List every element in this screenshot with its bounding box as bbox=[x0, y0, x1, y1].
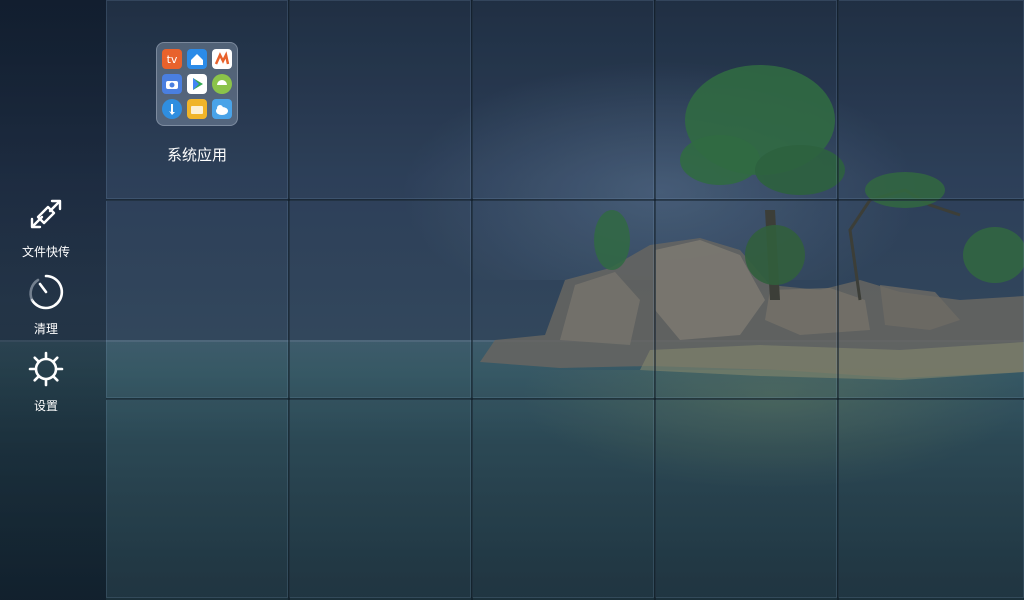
grid-cell[interactable] bbox=[472, 200, 654, 398]
grid-cell[interactable] bbox=[838, 0, 1024, 199]
grid-divider bbox=[106, 199, 1024, 201]
svg-text:tv: tv bbox=[167, 53, 178, 66]
grid-divider bbox=[837, 0, 839, 600]
gear-icon bbox=[28, 351, 64, 387]
folder-label: 系统应用 bbox=[166, 146, 227, 164]
tv-app-icon: tv bbox=[162, 49, 182, 69]
system-apps-folder[interactable]: tv 系统应用 bbox=[154, 42, 240, 172]
cloud-app-icon bbox=[212, 99, 232, 119]
grid-cell[interactable] bbox=[655, 399, 837, 598]
grid-cell[interactable] bbox=[106, 200, 288, 398]
play-store-icon bbox=[187, 74, 207, 94]
settings-label: 设置 bbox=[33, 399, 58, 413]
grid-cell[interactable] bbox=[289, 399, 471, 598]
folder-icon: tv bbox=[156, 42, 238, 126]
settings-button[interactable]: 设置 bbox=[14, 351, 78, 419]
file-transfer-label: 文件快传 bbox=[21, 245, 70, 259]
grid-cell[interactable] bbox=[838, 399, 1024, 598]
grid-cell[interactable] bbox=[838, 200, 1024, 398]
grid-cell[interactable] bbox=[472, 399, 654, 598]
m-app-icon bbox=[212, 49, 232, 69]
file-manager-icon bbox=[187, 99, 207, 119]
cleanup-label: 清理 bbox=[33, 322, 58, 336]
cleanup-button[interactable]: 清理 bbox=[14, 274, 78, 342]
home-app-icon bbox=[187, 49, 207, 69]
grid-cell[interactable] bbox=[106, 399, 288, 598]
home-screen: tv 系统应用 文件快传 清理 设置 bbox=[0, 0, 1024, 600]
file-transfer-icon bbox=[30, 199, 62, 229]
grid-divider bbox=[654, 0, 656, 600]
camera-app-icon bbox=[162, 74, 182, 94]
grid-divider bbox=[471, 0, 473, 600]
grid-cell[interactable] bbox=[655, 0, 837, 199]
grid-cell[interactable] bbox=[289, 200, 471, 398]
grid-cell[interactable] bbox=[289, 0, 471, 199]
app-grid bbox=[106, 0, 1024, 600]
grid-cell[interactable] bbox=[472, 0, 654, 199]
file-transfer-button[interactable]: 文件快传 bbox=[14, 197, 78, 265]
cleanup-icon bbox=[29, 274, 64, 310]
grid-divider bbox=[106, 398, 1024, 400]
grid-cell[interactable] bbox=[655, 200, 837, 398]
touch-app-icon bbox=[162, 99, 182, 119]
android-app-icon bbox=[212, 74, 232, 94]
grid-divider bbox=[288, 0, 290, 600]
